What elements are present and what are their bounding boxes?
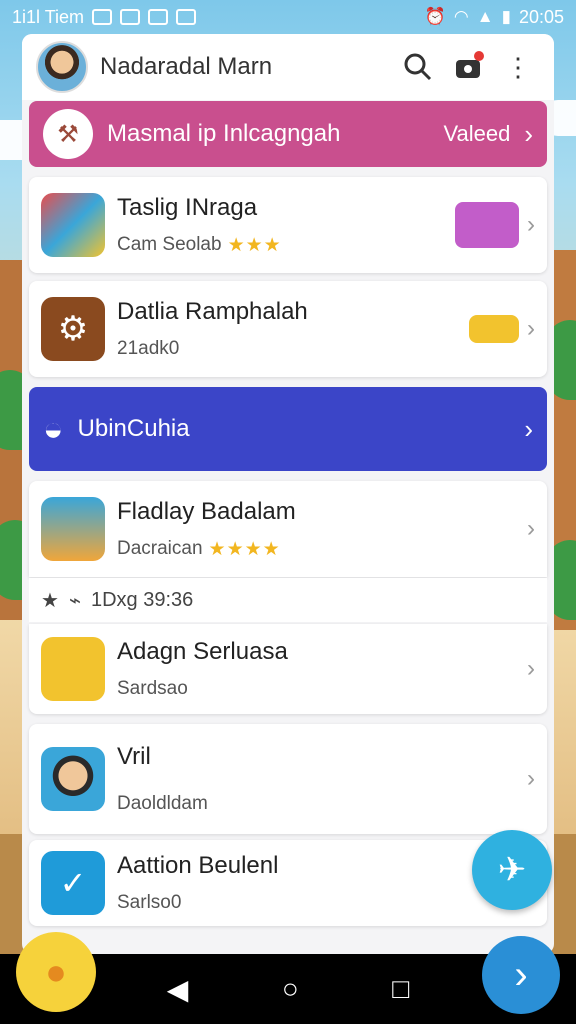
rating-stars: ★★★★ [208, 538, 281, 560]
screen-icon [176, 9, 197, 25]
more-menu-icon[interactable]: ⋮ [496, 45, 540, 89]
item-title: Datlia Ramphalah [117, 298, 308, 325]
item-subtitle-row: Cam Seolab ★★★ [117, 234, 455, 257]
app-header: Nadaradal Marn ⋮ [22, 34, 554, 100]
promo-banner[interactable]: ⚒ Masmal ip Inlcagngah Valeed › [29, 101, 547, 167]
send-fab-button[interactable]: ✈ [472, 830, 552, 910]
notification-icon[interactable] [446, 45, 490, 89]
item-subtitle: Dacraican [117, 538, 203, 559]
list-item[interactable]: ✓ Aattion Beulenl Sarlso0 [29, 840, 547, 926]
chevron-right-icon: › [527, 655, 535, 682]
home-button[interactable]: ○ [282, 973, 299, 1005]
game-app-icon [41, 193, 105, 257]
notification-dot [474, 51, 484, 61]
star-icon: ★ [41, 589, 59, 612]
settings-app-icon: ⚙ [41, 297, 105, 361]
promo-banner-action: Valeed [443, 121, 511, 146]
item-title: Taslig INraga [117, 193, 258, 221]
clock: 20:05 [518, 6, 564, 27]
recents-button[interactable]: □ [392, 973, 409, 1005]
wifi-icon: ◠ [453, 7, 469, 26]
chevron-right-icon: › [524, 413, 533, 444]
list-item[interactable]: Fladlay Badalam Dacraican ★★★★ › [29, 481, 547, 577]
person-app-icon [41, 747, 105, 811]
meta-row: ★ ⌁ 1Dxg 39:36 [29, 578, 547, 622]
rating-stars: ★★★ [227, 234, 282, 256]
avatar[interactable] [36, 41, 88, 93]
list-item[interactable]: Vril Daoldldam › [29, 724, 547, 834]
item-title: Vril [117, 743, 151, 770]
item-subtitle: Daoldldam [117, 793, 208, 814]
mango-icon: ● [45, 951, 67, 992]
chevron-right-icon: › [527, 765, 535, 792]
list-item[interactable]: Taslig INraga Cam Seolab ★★★ › [29, 177, 547, 273]
chevron-right-icon: › [527, 315, 535, 342]
status-bar: 1i1l Tiem ⏰ ◠ ▲ ▮ 20:05 [0, 0, 576, 34]
search-icon[interactable] [396, 45, 440, 89]
suitcase-icon [455, 202, 519, 248]
list-item[interactable]: ⚙ Datlia Ramphalah 21adk0 › [29, 281, 547, 377]
animal-app-icon [41, 497, 105, 561]
chevron-right-icon: › [527, 515, 535, 542]
item-subtitle: Sardsao [117, 678, 188, 699]
mango-app-button[interactable]: ● [16, 932, 96, 1012]
item-subtitle-row: Dacraican ★★★★ [117, 538, 519, 561]
page-title: Nadaradal Marn [100, 53, 273, 80]
plane-icon: ✈ [497, 851, 527, 889]
item-subtitle: Sarlso0 [117, 892, 182, 913]
link-icon: ⌁ [68, 589, 81, 612]
feature-banner-title: UbinCuhia [77, 415, 190, 442]
mail-icon [92, 9, 113, 25]
chevron-right-icon: › [524, 118, 533, 149]
feature-banner[interactable]: ◒ UbinCuhia › [29, 387, 547, 471]
chevron-right-icon: › [514, 952, 528, 997]
meta-text: 1Dxg 39:36 [90, 588, 194, 611]
promo-banner-title: Masmal ip Inlcagngah [107, 120, 341, 147]
back-button[interactable]: ◀ [167, 973, 189, 1006]
next-button[interactable]: › [482, 936, 560, 1014]
item-title: Fladlay Badalam [117, 497, 296, 525]
list-item[interactable]: Adagn Serluasa Sardsao › [29, 624, 547, 714]
chevron-right-icon: › [527, 211, 535, 238]
alarm-icon: ⏰ [424, 7, 446, 26]
deer-app-icon [41, 637, 105, 701]
shield-icon [120, 9, 141, 25]
app-icon [148, 9, 169, 25]
signal-icon: ▲ [476, 7, 494, 26]
battery-icon: ▮ [501, 7, 511, 26]
shield-icon: ◒ [43, 409, 64, 448]
item-subtitle: 21adk0 [117, 338, 180, 359]
check-app-icon: ✓ [41, 851, 105, 915]
item-title: Adagn Serluasa [117, 638, 288, 665]
main-panel: Nadaradal Marn ⋮ ⚒ Masmal ip Inlcagngah … [22, 34, 554, 954]
item-subtitle: Cam Seolab [117, 234, 222, 255]
carrier-label: 1i1l Tiem [12, 6, 85, 27]
hammer-icon: ⚒ [43, 109, 93, 159]
ticket-icon [469, 315, 519, 343]
